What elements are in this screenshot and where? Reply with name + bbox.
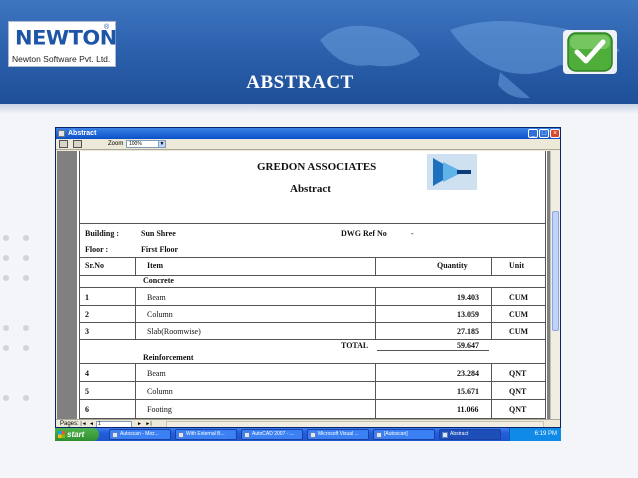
- row-quantity: 27.185: [457, 327, 479, 336]
- close-button[interactable]: ×: [550, 129, 560, 138]
- windows-taskbar: start Autoscan - Micr... With External B…: [55, 428, 561, 441]
- total-value: 59.647: [457, 341, 479, 350]
- report-toolbar: Zoom 100% ▼: [56, 139, 560, 150]
- col-item: Item: [147, 261, 163, 270]
- decorative-dots: [3, 235, 29, 401]
- company-logo: [427, 154, 477, 190]
- row-unit: QNT: [509, 369, 527, 378]
- taskbar-item[interactable]: AutoCAD 2007 - ...: [241, 429, 303, 440]
- row-quantity: 13.059: [457, 310, 479, 319]
- company-name: GREDON ASSOCIATES: [257, 161, 377, 173]
- vertical-scroll-thumb[interactable]: [552, 211, 559, 331]
- app-icon: [112, 432, 118, 438]
- taskbar-item[interactable]: Autoscan - Micr...: [109, 429, 171, 440]
- print-icon[interactable]: [59, 140, 68, 148]
- window-title: Abstract: [68, 130, 97, 137]
- folder-icon: [178, 432, 184, 438]
- page-number-input[interactable]: 1: [96, 421, 132, 427]
- total-label: TOTAL: [341, 341, 369, 350]
- floor-label: Floor :: [85, 245, 109, 254]
- group-concrete: Concrete: [143, 276, 174, 285]
- row-unit: CUM: [509, 327, 529, 336]
- next-page-button[interactable]: ►: [136, 421, 143, 427]
- registered-mark: ®: [104, 24, 110, 31]
- slide-title: ABSTRACT: [246, 72, 354, 93]
- row-item: Footing: [147, 405, 172, 414]
- taskbar-item[interactable]: Microsoft Visual ...: [307, 429, 369, 440]
- start-button[interactable]: start: [55, 428, 99, 441]
- dwg-label: DWG Ref No: [341, 229, 387, 238]
- app-icon: [58, 130, 65, 137]
- row-unit: CUM: [509, 293, 529, 302]
- vertical-scrollbar[interactable]: [550, 151, 560, 419]
- pages-label: Pages:: [60, 421, 79, 427]
- last-page-button[interactable]: ►|: [145, 421, 152, 427]
- maximize-button[interactable]: □: [539, 129, 549, 138]
- building-label: Building :: [85, 229, 120, 238]
- rule-header: [79, 223, 546, 224]
- horizontal-scrollbar[interactable]: [166, 421, 544, 427]
- row-item: Beam: [147, 293, 166, 302]
- clock[interactable]: 6:19 PM: [535, 431, 557, 437]
- row-srno: 1: [85, 293, 89, 302]
- row-srno: 5: [85, 387, 89, 396]
- row-quantity: 11.066: [457, 405, 479, 414]
- taskbar-item[interactable]: [Autoscan]: [373, 429, 435, 440]
- first-page-button[interactable]: |◄: [80, 421, 87, 427]
- row-item: Column: [147, 310, 173, 319]
- app-icon: [376, 432, 382, 438]
- banner-shadow: [0, 104, 638, 114]
- row-unit: CUM: [509, 310, 529, 319]
- page-navigation-bar: Pages: |◄ ◄ 1 ► ►|: [56, 419, 560, 427]
- export-icon[interactable]: [73, 140, 82, 148]
- logo-subtitle: Newton Software Pvt. Ltd.: [12, 54, 111, 64]
- row-srno: 6: [85, 405, 89, 414]
- row-unit: QNT: [509, 405, 527, 414]
- chevron-down-icon[interactable]: ▼: [158, 141, 165, 147]
- col-quantity: Quantity: [437, 261, 468, 270]
- abstract-window: Abstract _ □ × Zoom 100% ▼ GREDON ASSOCI…: [55, 127, 561, 428]
- checkmark-icon: [567, 32, 613, 72]
- dwg-value: -: [411, 229, 414, 238]
- app-icon: [244, 432, 250, 438]
- taskbar-item[interactable]: With External B...: [175, 429, 237, 440]
- row-srno: 4: [85, 369, 89, 378]
- col-unit: Unit: [509, 261, 525, 270]
- app-icon: [442, 432, 448, 438]
- logo-wordmark: NEWTON: [15, 26, 117, 50]
- report-viewport: GREDON ASSOCIATES Abstract Building : Su…: [57, 151, 550, 419]
- windows-logo-icon: [58, 431, 65, 438]
- prev-page-button[interactable]: ◄: [88, 421, 95, 427]
- minimize-button[interactable]: _: [528, 129, 538, 138]
- row-item: Slab(Roomwise): [147, 327, 201, 336]
- zoom-select[interactable]: 100% ▼: [126, 140, 166, 148]
- report-heading: Abstract: [290, 183, 331, 195]
- frame-left: [79, 151, 80, 419]
- floor-value: First Floor: [141, 245, 179, 254]
- start-label: start: [67, 430, 85, 439]
- frame-right: [545, 151, 546, 419]
- window-titlebar[interactable]: Abstract _ □ ×: [56, 128, 560, 139]
- zoom-label: Zoom: [108, 141, 124, 147]
- row-srno: 2: [85, 310, 89, 319]
- rule-table-top: [79, 257, 546, 258]
- row-item: Beam: [147, 369, 166, 378]
- row-quantity: 19.403: [457, 293, 479, 302]
- building-value: Sun Shree: [141, 229, 176, 238]
- newton-logo: NEWTON ® Newton Software Pvt. Ltd.: [8, 21, 117, 67]
- col-srno: Sr.No: [85, 261, 105, 270]
- row-quantity: 15.671: [457, 387, 479, 396]
- row-quantity: 23.284: [457, 369, 479, 378]
- zoom-value: 100%: [129, 141, 142, 147]
- row-srno: 3: [85, 327, 89, 336]
- system-tray: 6:19 PM: [509, 428, 561, 441]
- report-page: GREDON ASSOCIATES Abstract Building : Su…: [77, 151, 547, 419]
- group-reinforcement: Reinforcement: [143, 353, 194, 362]
- row-item: Column: [147, 387, 173, 396]
- taskbar-item-active[interactable]: Abstract: [439, 429, 501, 440]
- checkmark-badge: [563, 30, 617, 74]
- app-icon: [310, 432, 316, 438]
- slide-banner: NEWTON ® Newton Software Pvt. Ltd. ABSTR…: [0, 0, 638, 104]
- row-unit: QNT: [509, 387, 527, 396]
